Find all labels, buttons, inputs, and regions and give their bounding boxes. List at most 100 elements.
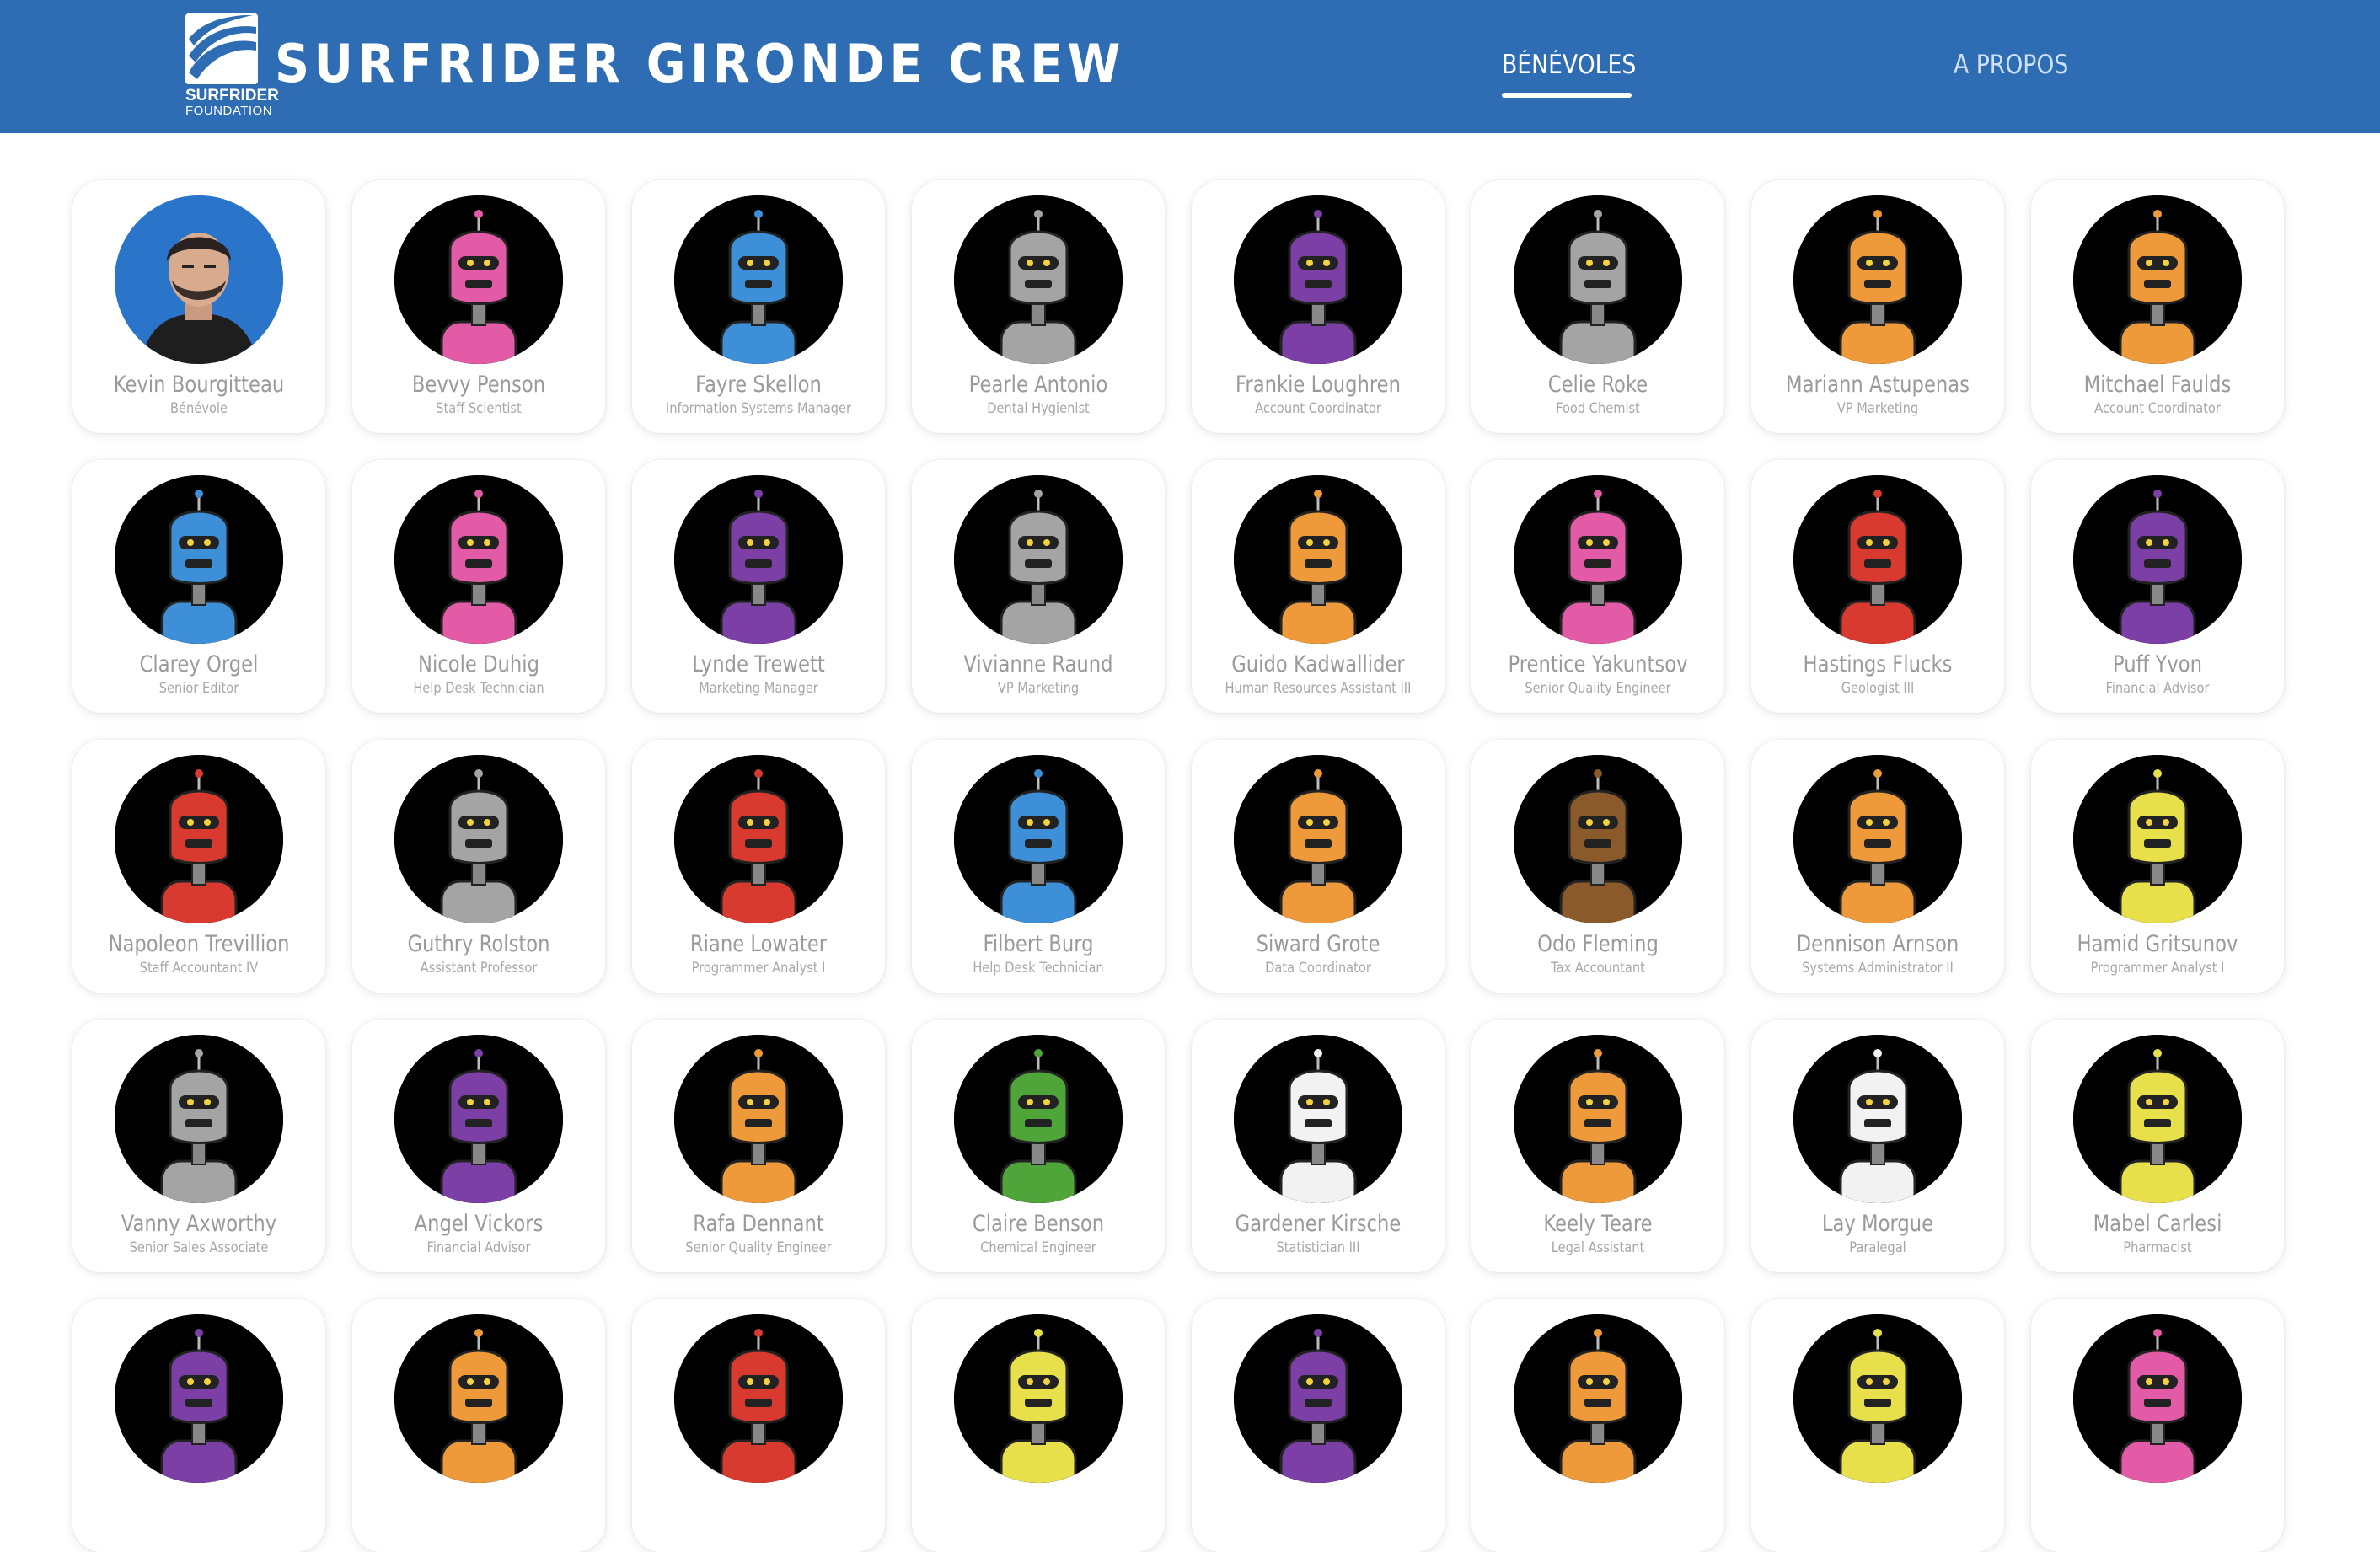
volunteer-card[interactable]: Dennison Arnson Systems Administrator II: [1751, 740, 2004, 993]
robot-avatar-icon: [115, 475, 283, 644]
volunteer-card[interactable]: Rafa Dennant Senior Quality Engineer: [632, 1020, 885, 1272]
volunteer-card[interactable]: Puff Yvon Financial Advisor: [2031, 460, 2284, 713]
volunteer-card[interactable]: Frankie Loughren Account Coordinator: [1192, 180, 1445, 433]
volunteer-role: Senior Sales Associate: [129, 1239, 269, 1256]
robot-avatar-icon: [1514, 1035, 1682, 1203]
volunteer-role: Help Desk Technician: [973, 960, 1104, 977]
volunteer-card[interactable]: Kevin Bourgitteau Bénévole: [72, 180, 325, 433]
robot-avatar-icon: [1514, 1314, 1682, 1483]
volunteer-card[interactable]: [352, 1299, 605, 1552]
volunteer-name: Prentice Yakuntsov: [1508, 651, 1688, 677]
volunteer-role: Financial Advisor: [426, 1239, 531, 1256]
volunteer-card[interactable]: [1471, 1299, 1724, 1552]
volunteer-card[interactable]: Pearle Antonio Dental Hygienist: [912, 180, 1165, 433]
volunteer-role: Legal Assistant: [1551, 1239, 1645, 1256]
robot-avatar-icon: [954, 1314, 1123, 1483]
app-title: SURFRIDER GIRONDE CREW: [275, 33, 1125, 94]
volunteer-card[interactable]: Prentice Yakuntsov Senior Quality Enginee…: [1471, 460, 1724, 713]
volunteer-card[interactable]: [72, 1299, 325, 1552]
avatar-photo: [115, 195, 283, 364]
volunteer-card[interactable]: Angel Vickors Financial Advisor: [352, 1020, 605, 1272]
volunteer-name: Mitchael Faulds: [2083, 372, 2232, 398]
volunteer-card[interactable]: Keely Teare Legal Assistant: [1471, 1020, 1724, 1272]
volunteer-card[interactable]: Celie Roke Food Chemist: [1471, 180, 1724, 433]
volunteer-role: Dental Hygienist: [987, 400, 1090, 417]
volunteer-card[interactable]: Riane Lowater Programmer Analyst I: [632, 740, 885, 993]
volunteer-card[interactable]: Claire Benson Chemical Engineer: [912, 1020, 1165, 1272]
robot-avatar-icon: [674, 195, 843, 364]
robot-avatar-icon: [394, 755, 563, 923]
volunteer-card[interactable]: [1192, 1299, 1445, 1552]
volunteer-name: Odo Fleming: [1537, 931, 1659, 957]
volunteer-card[interactable]: Mariann Astupenas VP Marketing: [1751, 180, 2004, 433]
volunteer-card[interactable]: [1751, 1299, 2004, 1552]
nav-tab-benevoles[interactable]: BÉNÉVOLES: [1502, 44, 1636, 86]
volunteer-card[interactable]: Odo Fleming Tax Accountant: [1471, 740, 1724, 993]
volunteer-name: Hastings Flucks: [1803, 651, 1953, 677]
volunteer-card[interactable]: Hamid Gritsunov Programmer Analyst I: [2031, 740, 2284, 993]
logo-wordmark-foundation: FOUNDATION: [185, 104, 273, 118]
volunteer-name: Angel Vickors: [414, 1211, 544, 1237]
volunteer-name: Guido Kadwallider: [1231, 651, 1405, 677]
volunteer-card[interactable]: [912, 1299, 1165, 1552]
volunteer-card[interactable]: Nicole Duhig Help Desk Technician: [352, 460, 605, 713]
volunteer-role: Account Coordinator: [1255, 400, 1381, 417]
surfrider-logo[interactable]: SURFRIDER FOUNDATION: [185, 13, 279, 120]
volunteer-card[interactable]: Gardener Kirsche Statistician III: [1192, 1020, 1445, 1272]
volunteer-card[interactable]: [632, 1299, 885, 1552]
volunteer-role: Statistician III: [1276, 1239, 1360, 1256]
robot-avatar-icon: [2073, 475, 2242, 644]
volunteer-role: Account Coordinator: [2094, 400, 2221, 417]
volunteer-grid: Kevin Bourgitteau Bénévole Bevvy Penson Sta…: [72, 180, 2365, 1552]
volunteer-name: Lay Morgue: [1821, 1211, 1934, 1237]
volunteer-card[interactable]: Vanny Axworthy Senior Sales Associate: [72, 1020, 325, 1272]
robot-avatar-icon: [674, 475, 843, 644]
volunteer-name: Nicole Duhig: [417, 651, 539, 677]
volunteer-name: Kevin Bourgitteau: [113, 372, 285, 398]
active-tab-indicator: [1502, 93, 1632, 98]
volunteer-card[interactable]: Lay Morgue Paralegal: [1751, 1020, 2004, 1272]
robot-avatar-icon: [2073, 195, 2242, 364]
volunteer-role: Geologist III: [1841, 680, 1915, 697]
robot-avatar-icon: [394, 1035, 563, 1203]
volunteer-card[interactable]: Hastings Flucks Geologist III: [1751, 460, 2004, 713]
volunteer-name: Puff Yvon: [2112, 651, 2203, 677]
volunteer-card[interactable]: Lynde Trewett Marketing Manager: [632, 460, 885, 713]
robot-avatar-icon: [1793, 475, 1962, 644]
robot-avatar-icon: [115, 755, 283, 923]
volunteer-role: Staff Accountant IV: [139, 960, 259, 977]
volunteer-card[interactable]: Filbert Burg Help Desk Technician: [912, 740, 1165, 993]
volunteer-card[interactable]: [2031, 1299, 2284, 1552]
volunteer-card[interactable]: Mabel Carlesi Pharmacist: [2031, 1020, 2284, 1272]
volunteer-card[interactable]: Napoleon Trevillion Staff Accountant IV: [72, 740, 325, 993]
top-app-bar: SURFRIDER FOUNDATION SURFRIDER GIRONDE C…: [0, 0, 2380, 133]
volunteer-name: Riane Lowater: [689, 931, 828, 957]
robot-avatar-icon: [674, 755, 843, 923]
robot-avatar-icon: [1793, 755, 1962, 923]
robot-avatar-icon: [1234, 475, 1402, 644]
nav-tab-a-propos[interactable]: A PROPOS: [1954, 44, 2068, 86]
volunteer-role: VP Marketing: [1836, 400, 1919, 417]
volunteer-card[interactable]: Vivianne Raund VP Marketing: [912, 460, 1165, 713]
volunteer-card[interactable]: Bevvy Penson Staff Scientist: [352, 180, 605, 433]
volunteer-name: Napoleon Trevillion: [108, 931, 290, 957]
volunteer-card[interactable]: Clarey Orgel Senior Editor: [72, 460, 325, 713]
robot-avatar-icon: [394, 475, 563, 644]
volunteer-name: Claire Benson: [972, 1211, 1105, 1237]
robot-avatar-icon: [1514, 475, 1682, 644]
volunteer-card[interactable]: Fayre Skellon Information Systems Manager: [632, 180, 885, 433]
robot-avatar-icon: [954, 195, 1123, 364]
volunteer-card[interactable]: Guido Kadwallider Human Resources Assista…: [1192, 460, 1445, 713]
volunteer-role: Paralegal: [1849, 1239, 1906, 1256]
volunteer-name: Gardener Kirsche: [1235, 1211, 1402, 1237]
volunteer-card[interactable]: Siward Grote Data Coordinator: [1192, 740, 1445, 993]
volunteer-card[interactable]: Mitchael Faulds Account Coordinator: [2031, 180, 2284, 433]
robot-avatar-icon: [394, 1314, 563, 1483]
volunteer-name: Hamid Gritsunov: [2077, 931, 2238, 957]
volunteer-card[interactable]: Guthry Rolston Assistant Professor: [352, 740, 605, 993]
volunteer-name: Lynde Trewett: [692, 651, 825, 677]
volunteer-role: Systems Administrator II: [1802, 960, 1954, 977]
wave-logo-icon: [185, 13, 258, 84]
volunteer-role: Senior Quality Engineer: [1525, 680, 1671, 697]
volunteer-name: Mabel Carlesi: [2093, 1211, 2222, 1237]
